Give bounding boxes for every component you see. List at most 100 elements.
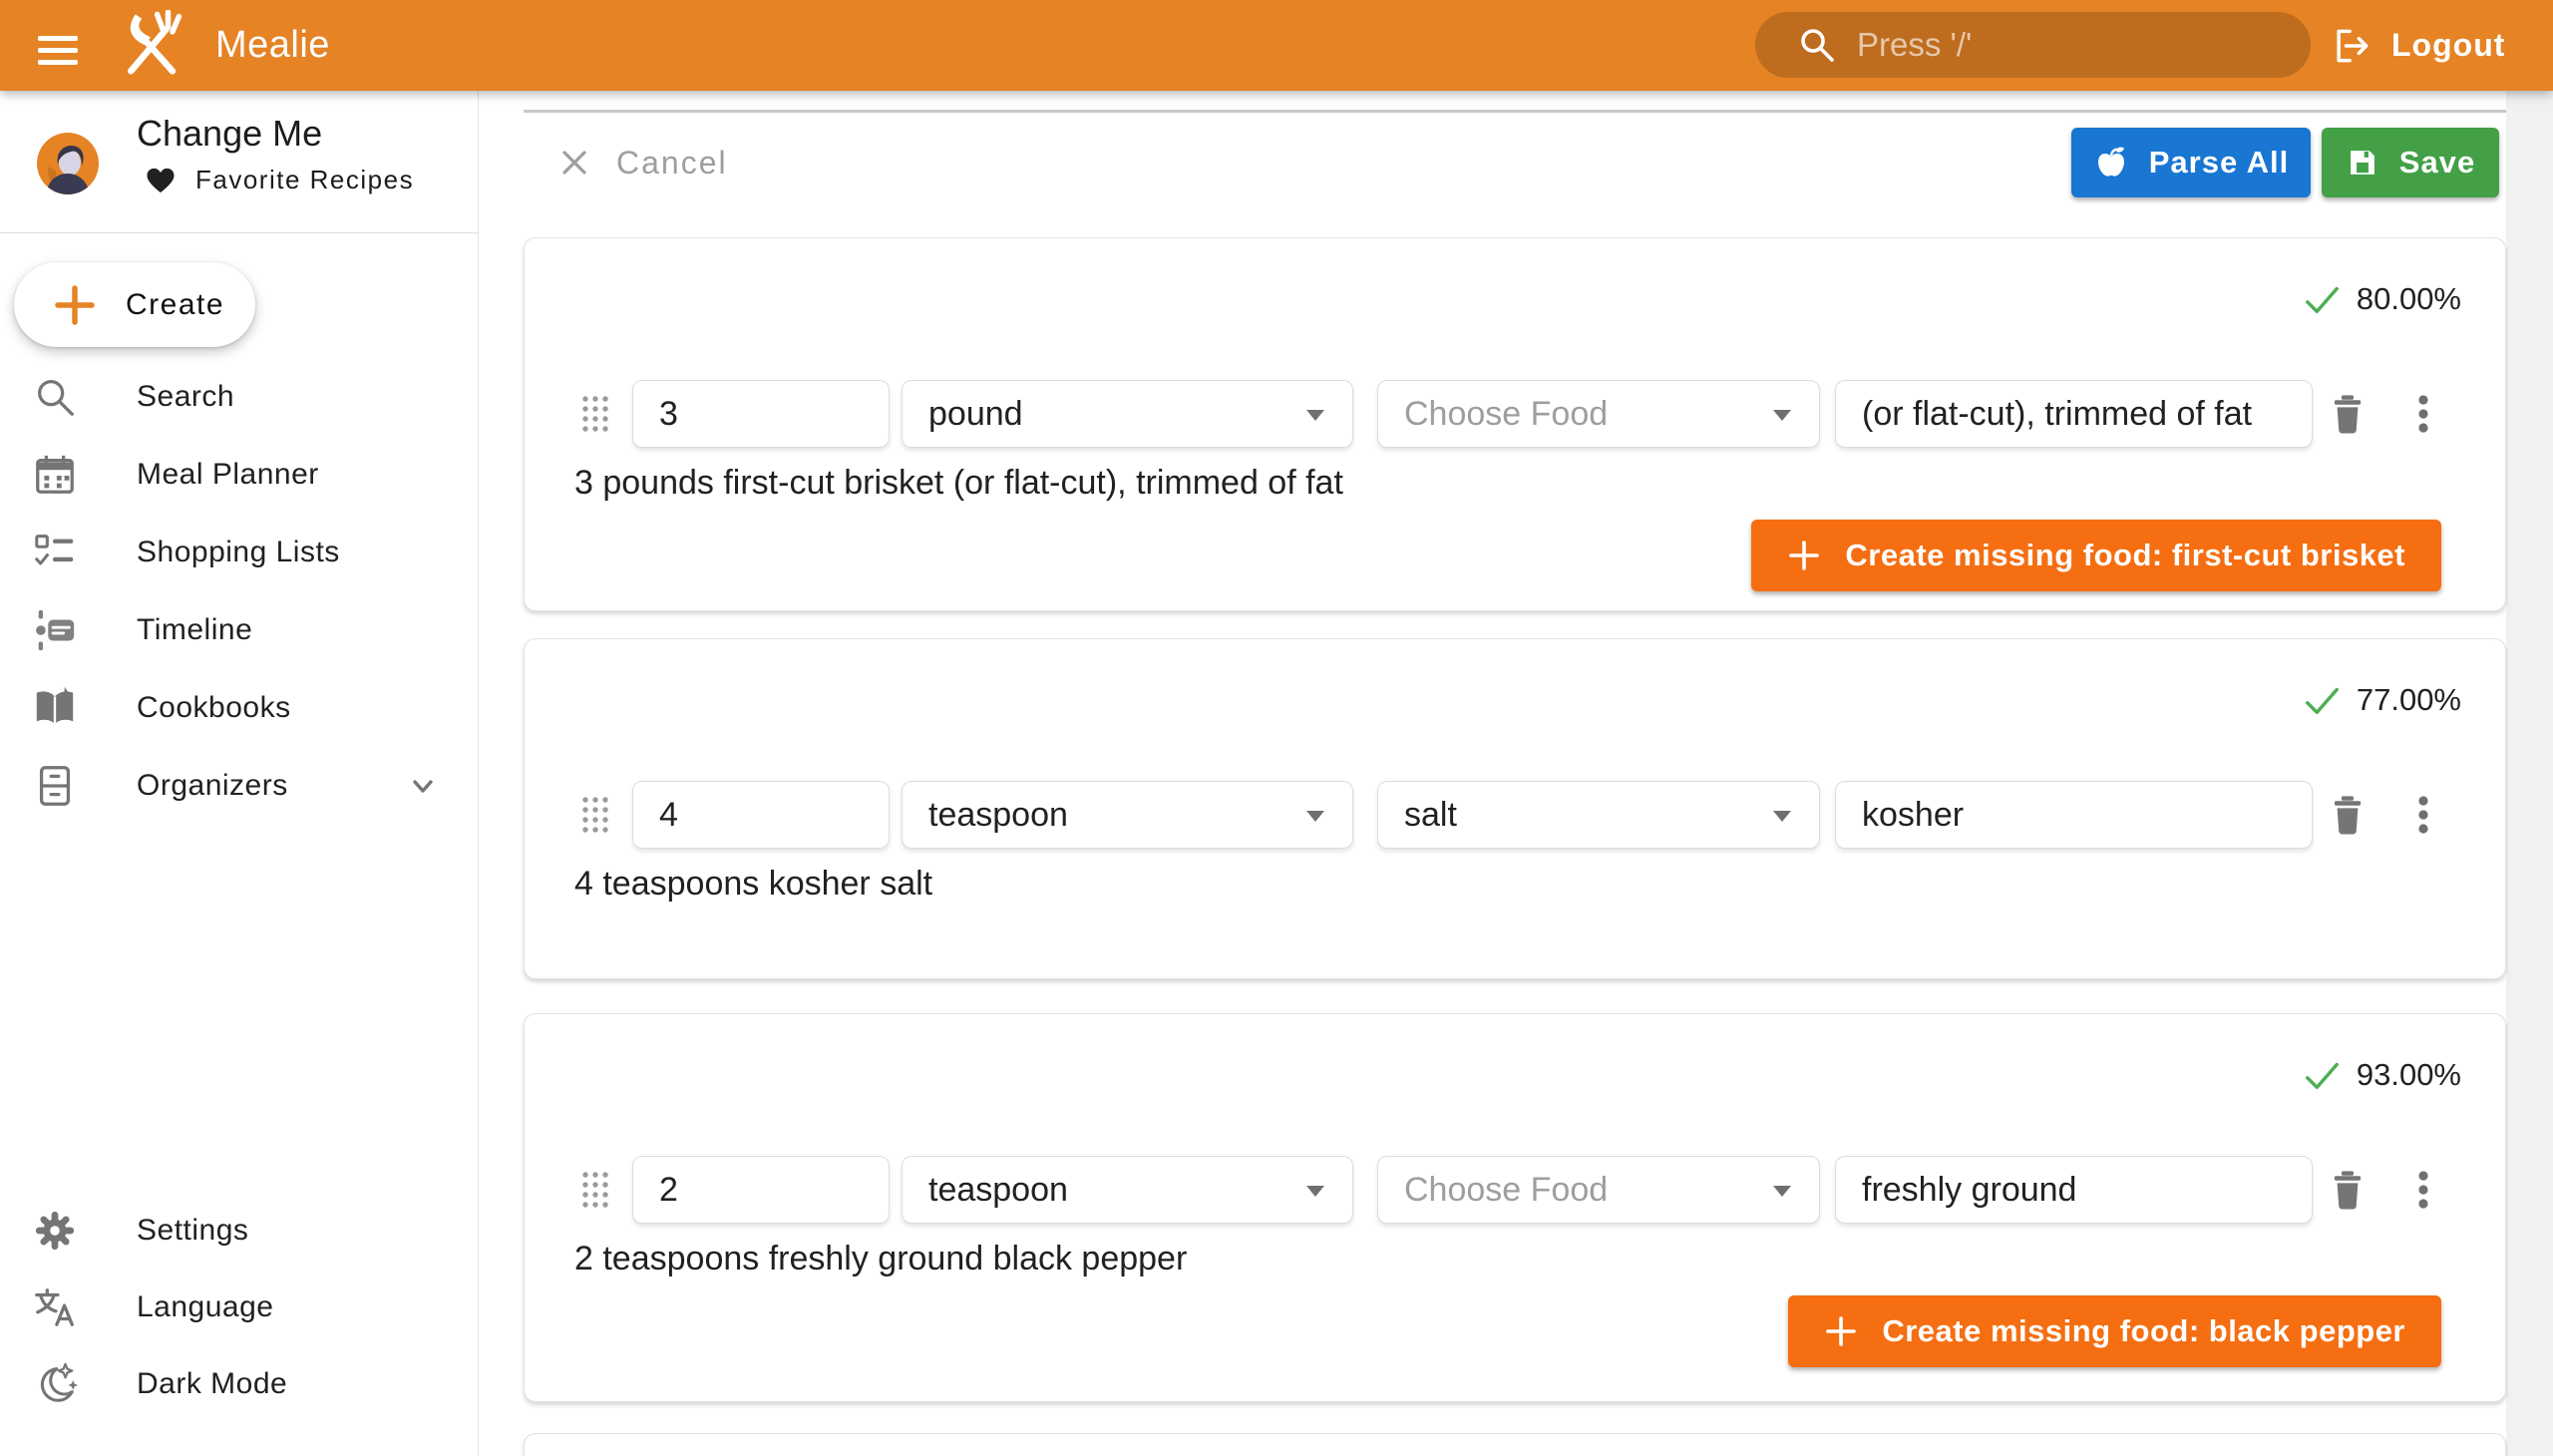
logout-icon [2330,24,2373,68]
search-input[interactable]: Press '/' [1755,12,2311,78]
sidebar-item-shopping-lists[interactable]: Shopping Lists [0,514,479,591]
logout-label: Logout [2391,27,2505,64]
confidence-indicator: 77.00% [2303,681,2461,719]
unit-select[interactable]: teaspoon [902,781,1353,849]
plus-icon [1824,1314,1858,1348]
drag-handle-icon[interactable] [580,394,610,434]
kebab-menu-icon [2403,795,2443,835]
heart-icon [146,167,176,194]
food-select[interactable]: salt [1377,781,1820,849]
kebab-menu-icon [2403,394,2443,434]
trash-icon [2326,792,2370,838]
sidebar-item-meal-planner[interactable]: Meal Planner [0,436,479,514]
user-name: Change Me [137,113,322,155]
food-select[interactable]: Choose Food [1377,380,1820,448]
sidebar-item-language[interactable]: Language [0,1269,479,1345]
note-input[interactable]: kosher [1835,781,2313,849]
plus-icon [1787,539,1821,572]
trash-icon [2326,1167,2370,1213]
dropdown-caret-icon [1306,811,1324,822]
sidebar: Change Me Favorite Recipes Create [0,91,479,1456]
sidebar-item-cookbooks[interactable]: Cookbooks [0,669,479,747]
note-input[interactable]: (or flat-cut), trimmed of fat [1835,380,2313,448]
create-label: Create [126,288,224,322]
confidence-indicator: 93.00% [2303,1056,2461,1094]
open-book-icon [32,685,78,731]
parse-all-button[interactable]: Parse All [2071,128,2311,197]
dropdown-caret-icon [1773,811,1791,822]
quantity-input[interactable]: 3 [632,380,890,448]
quantity-input[interactable]: 2 [632,1156,890,1224]
sidebar-nav: Search [0,358,479,825]
calendar-icon [32,452,78,498]
cancel-button[interactable]: Cancel [558,137,728,188]
confidence-value: 77.00% [2357,682,2461,718]
chevron-down-icon [405,768,441,804]
more-options-button[interactable] [2403,394,2443,434]
drag-handle-icon[interactable] [580,1170,610,1210]
check-icon [2303,280,2341,318]
search-icon [1797,25,1837,65]
drag-handle-icon[interactable] [580,795,610,835]
close-icon [558,147,590,179]
timeline-icon [32,607,78,653]
hamburger-menu-icon[interactable] [36,24,80,68]
ingredient-fields-row: 4 teaspoon salt kosher [525,781,2505,849]
original-ingredient-text: 2 teaspoons freshly ground black pepper [574,1240,1187,1278]
checklist-icon [32,530,78,575]
gear-icon [32,1208,78,1254]
dropdown-caret-icon [1773,1186,1791,1197]
scroll-gutter[interactable] [2506,91,2553,1456]
dropdown-caret-icon [1773,410,1791,421]
create-button[interactable]: Create [14,262,255,347]
translate-icon [32,1284,78,1330]
dropdown-caret-icon [1306,410,1324,421]
delete-ingredient-button[interactable] [2326,1167,2370,1213]
more-options-button[interactable] [2403,1170,2443,1210]
sidebar-item-dark-mode[interactable]: Dark Mode [0,1345,479,1422]
apple-icon [2093,145,2129,181]
app-title: Mealie [215,0,330,91]
cabinet-icon [32,763,78,809]
sidebar-divider [0,232,479,233]
unit-select[interactable]: teaspoon [902,1156,1353,1224]
scrolled-card-edge [524,110,2506,113]
sidebar-footer-nav: Settings Language [0,1192,479,1422]
delete-ingredient-button[interactable] [2326,391,2370,437]
sidebar-item-search[interactable]: Search [0,358,479,436]
ingredient-card: 80.00% 3 pound Choose Food (or flat-cut)… [524,237,2506,611]
save-button[interactable]: Save [2322,128,2499,197]
save-disk-icon [2346,146,2379,180]
ingredient-card-partial [524,1433,2506,1456]
app-header: Mealie Press '/' Logout [0,0,2553,91]
ingredient-card: 77.00% 4 teaspoon salt kosher [524,638,2506,979]
ingredient-parser-panel: Cancel Parse All Save 80 [479,91,2553,1456]
sidebar-item-timeline[interactable]: Timeline [0,591,479,669]
plus-icon [52,282,98,328]
quantity-input[interactable]: 4 [632,781,890,849]
food-select[interactable]: Choose Food [1377,1156,1820,1224]
check-icon [2303,681,2341,719]
original-ingredient-text: 3 pounds first-cut brisket (or flat-cut)… [574,464,1343,503]
user-avatar[interactable] [37,133,99,194]
ingredient-fields-row: 2 teaspoon Choose Food freshly ground [525,1156,2505,1224]
more-options-button[interactable] [2403,795,2443,835]
ingredient-card: 93.00% 2 teaspoon Choose Food freshly gr… [524,1013,2506,1402]
search-placeholder: Press '/' [1857,26,1972,64]
create-missing-food-button[interactable]: Create missing food: first-cut brisket [1751,520,2441,591]
mealie-logo-icon [116,10,185,80]
ingredient-fields-row: 3 pound Choose Food (or flat-cut), trimm… [525,380,2505,448]
confidence-value: 93.00% [2357,1057,2461,1093]
dropdown-caret-icon [1306,1186,1324,1197]
create-missing-food-button[interactable]: Create missing food: black pepper [1788,1295,2441,1367]
note-input[interactable]: freshly ground [1835,1156,2313,1224]
sidebar-item-organizers[interactable]: Organizers [0,747,479,825]
kebab-menu-icon [2403,1170,2443,1210]
favorite-recipes-link[interactable]: Favorite Recipes [146,165,414,195]
delete-ingredient-button[interactable] [2326,792,2370,838]
confidence-indicator: 80.00% [2303,280,2461,318]
magnify-icon [32,374,78,420]
sidebar-item-settings[interactable]: Settings [0,1192,479,1269]
unit-select[interactable]: pound [902,380,1353,448]
logout-button[interactable]: Logout [2330,0,2505,91]
